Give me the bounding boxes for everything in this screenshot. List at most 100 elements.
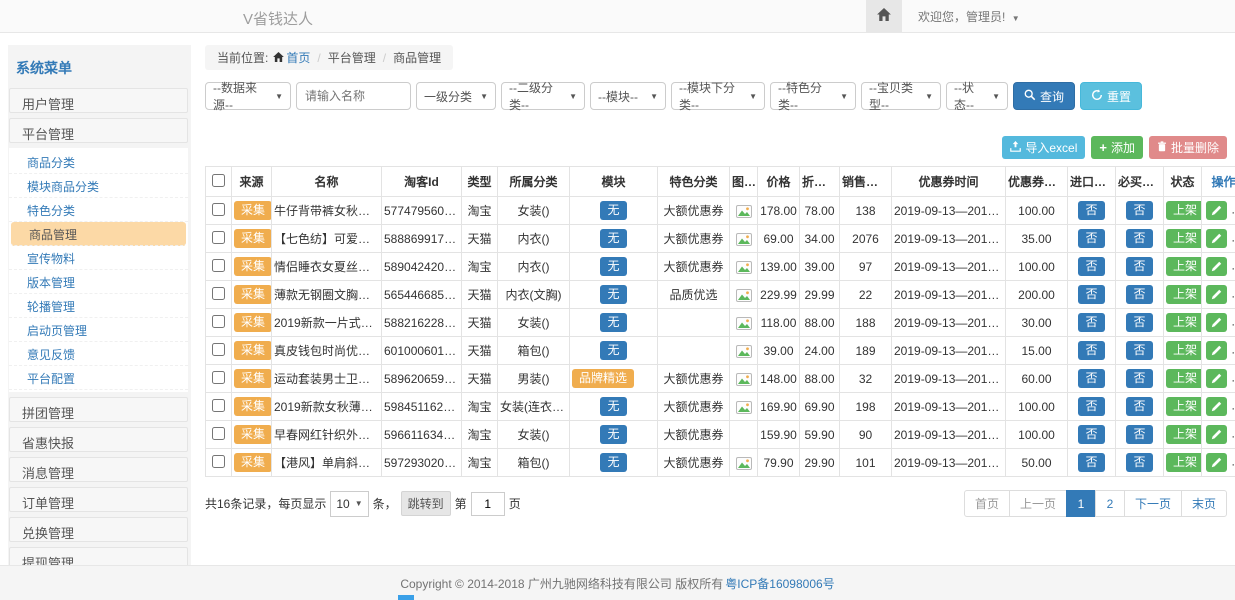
row-checkbox[interactable] <box>212 427 225 440</box>
status-badge[interactable]: 上架 <box>1166 285 1202 304</box>
sidebar-item-宣传物料[interactable]: 宣传物料 <box>9 246 188 270</box>
edit-button[interactable] <box>1206 453 1227 472</box>
must-buy-toggle[interactable]: 否 <box>1126 369 1152 388</box>
edit-button[interactable] <box>1206 397 1227 416</box>
status-badge[interactable]: 上架 <box>1166 453 1202 472</box>
sidebar-item-平台配置[interactable]: 平台配置 <box>9 366 188 390</box>
edit-button[interactable] <box>1206 285 1227 304</box>
must-buy-toggle[interactable]: 否 <box>1126 453 1152 472</box>
sidebar-item-版本管理[interactable]: 版本管理 <box>9 270 188 294</box>
filter-select-6[interactable]: --特色分类--▼ <box>770 82 856 110</box>
page-button-末页[interactable]: 末页 <box>1181 490 1227 517</box>
imported-toggle[interactable]: 否 <box>1078 201 1104 220</box>
reset-button[interactable]: 重置 <box>1080 82 1142 110</box>
select-all-checkbox[interactable] <box>212 174 225 187</box>
status-badge[interactable]: 上架 <box>1166 369 1202 388</box>
page-button-2[interactable]: 2 <box>1095 490 1125 517</box>
row-checkbox[interactable] <box>212 231 225 244</box>
batch-delete-button[interactable]: 批量删除 <box>1149 136 1227 159</box>
edit-button[interactable] <box>1206 313 1227 332</box>
row-checkbox[interactable] <box>212 259 225 272</box>
filter-select-8[interactable]: --状态--▼ <box>946 82 1008 110</box>
sidebar-item-拼团管理[interactable]: 拼团管理 <box>9 397 188 422</box>
edit-button[interactable] <box>1206 201 1227 220</box>
row-checkbox[interactable] <box>212 399 225 412</box>
jump-page-input[interactable] <box>471 492 505 516</box>
imported-toggle[interactable]: 否 <box>1078 341 1104 360</box>
scrollbar-thumb[interactable] <box>398 595 414 600</box>
status-badge[interactable]: 上架 <box>1166 313 1202 332</box>
page-button-首页[interactable]: 首页 <box>964 490 1010 517</box>
must-buy-toggle[interactable]: 否 <box>1126 285 1152 304</box>
home-button[interactable] <box>866 0 902 32</box>
sidebar-item-消息管理[interactable]: 消息管理 <box>9 457 188 482</box>
edit-button[interactable] <box>1206 369 1227 388</box>
sidebar-item-省惠快报[interactable]: 省惠快报 <box>9 427 188 452</box>
status-badge[interactable]: 上架 <box>1166 425 1202 444</box>
page-button-1[interactable]: 1 <box>1066 490 1096 517</box>
must-buy-toggle[interactable]: 否 <box>1126 201 1152 220</box>
module-badge: 无 <box>600 257 626 276</box>
must-buy-toggle[interactable]: 否 <box>1126 257 1152 276</box>
icp-link[interactable]: 粤ICP备16098006号 <box>725 575 834 592</box>
filter-select-0[interactable]: --数据来源--▼ <box>205 82 291 110</box>
imported-toggle[interactable]: 否 <box>1078 453 1104 472</box>
sidebar-item-意见反馈[interactable]: 意见反馈 <box>9 342 188 366</box>
filter-select-7[interactable]: --宝贝类型--▼ <box>861 82 941 110</box>
sidebar-item-特色分类[interactable]: 特色分类 <box>9 198 188 222</box>
jump-button[interactable]: 跳转到 <box>401 491 451 516</box>
imported-toggle[interactable]: 否 <box>1078 397 1104 416</box>
breadcrumb-home-link[interactable]: 首页 <box>273 49 310 66</box>
must-buy-toggle[interactable]: 否 <box>1126 425 1152 444</box>
status-badge[interactable]: 上架 <box>1166 229 1202 248</box>
edit-button[interactable] <box>1206 425 1227 444</box>
imported-toggle[interactable]: 否 <box>1078 425 1104 444</box>
must-buy-toggle[interactable]: 否 <box>1126 397 1152 416</box>
row-checkbox[interactable] <box>212 455 225 468</box>
filter-select-5[interactable]: --模块下分类--▼ <box>671 82 765 110</box>
status-badge[interactable]: 上架 <box>1166 257 1202 276</box>
sidebar-item-商品管理[interactable]: 商品管理 <box>11 222 186 246</box>
user-menu[interactable]: 欢迎您，管理员! ▼ <box>918 8 1020 25</box>
sidebar-item-模块商品分类[interactable]: 模块商品分类 <box>9 174 188 198</box>
row-checkbox[interactable] <box>212 203 225 216</box>
must-buy-toggle[interactable]: 否 <box>1126 313 1152 332</box>
imported-toggle[interactable]: 否 <box>1078 313 1104 332</box>
sidebar-item-提现管理[interactable]: 提现管理 <box>9 547 188 565</box>
page-button-下一页[interactable]: 下一页 <box>1124 490 1182 517</box>
filter-select-2[interactable]: 一级分类▼ <box>416 82 496 110</box>
imported-toggle[interactable]: 否 <box>1078 285 1104 304</box>
imported-toggle[interactable]: 否 <box>1078 257 1104 276</box>
row-checkbox[interactable] <box>212 343 225 356</box>
edit-button[interactable] <box>1206 341 1227 360</box>
imported-toggle[interactable]: 否 <box>1078 229 1104 248</box>
add-button[interactable]: + 添加 <box>1091 136 1143 159</box>
status-badge[interactable]: 上架 <box>1166 201 1202 220</box>
sidebar-item-商品分类[interactable]: 商品分类 <box>9 150 188 174</box>
row-checkbox[interactable] <box>212 371 225 384</box>
filter-select-4[interactable]: --模块--▼ <box>590 82 666 110</box>
status-badge[interactable]: 上架 <box>1166 397 1202 416</box>
filter-select-3[interactable]: --二级分类--▼ <box>501 82 585 110</box>
sidebar-item-订单管理[interactable]: 订单管理 <box>9 487 188 512</box>
status-badge[interactable]: 上架 <box>1166 341 1202 360</box>
page-button-上一页[interactable]: 上一页 <box>1009 490 1067 517</box>
edit-button[interactable] <box>1206 257 1227 276</box>
must-buy-toggle[interactable]: 否 <box>1126 341 1152 360</box>
sidebar-item-用户管理[interactable]: 用户管理 <box>9 88 188 113</box>
per-page-select[interactable]: 10 ▼ <box>330 491 368 517</box>
must-buy-toggle[interactable]: 否 <box>1126 229 1152 248</box>
import-excel-button[interactable]: 导入excel <box>1002 136 1085 159</box>
edit-button[interactable] <box>1206 229 1227 248</box>
col-header-淘客Id: 淘客Id <box>382 167 462 197</box>
row-checkbox[interactable] <box>212 315 225 328</box>
imported-toggle[interactable]: 否 <box>1078 369 1104 388</box>
name-search-input[interactable] <box>296 82 411 110</box>
query-button[interactable]: 查询 <box>1013 82 1075 110</box>
sidebar-item-启动页管理[interactable]: 启动页管理 <box>9 318 188 342</box>
sidebar-item-轮播管理[interactable]: 轮播管理 <box>9 294 188 318</box>
sidebar-item-平台管理[interactable]: 平台管理 <box>9 118 188 143</box>
row-checkbox[interactable] <box>212 287 225 300</box>
sidebar-item-兑换管理[interactable]: 兑换管理 <box>9 517 188 542</box>
sidebar: 系统菜单 用户管理平台管理商品分类模块商品分类特色分类商品管理宣传物料版本管理轮… <box>8 45 191 565</box>
